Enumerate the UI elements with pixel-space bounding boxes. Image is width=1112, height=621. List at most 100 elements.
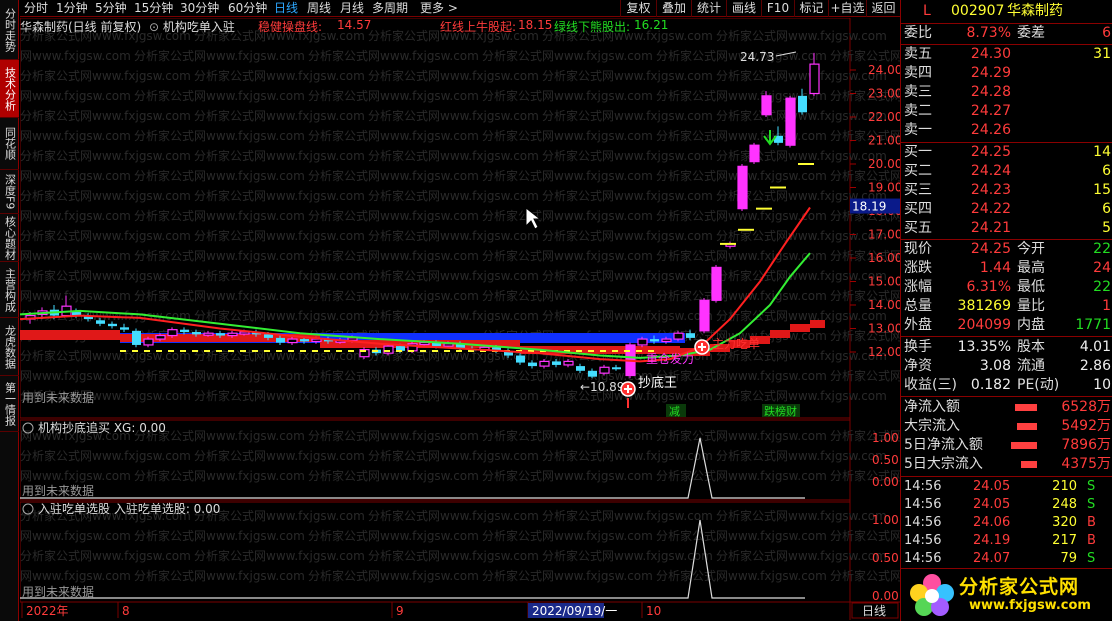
stat-row: 现价 24.25 今开 22 <box>901 240 1112 259</box>
period-tab-8[interactable]: 周线 <box>307 0 331 17</box>
ask-row[interactable]: 卖三 24.28 <box>901 83 1112 102</box>
period-tab-9[interactable]: 月线 <box>340 0 364 17</box>
stat-label: 涨幅 <box>904 279 932 295</box>
toolbar-button-6[interactable]: 标记 <box>794 0 828 17</box>
date-axis-label: 10 <box>646 604 661 618</box>
left-tab-3[interactable]: 同花顺 <box>0 118 19 170</box>
watermark-text: 分析家公式网www.fxjgsw.com <box>368 148 539 163</box>
candle-up-filled <box>712 267 721 301</box>
watermark-text: 分析家公式网www.fxjgsw.com <box>20 528 131 543</box>
tick-side: S <box>1087 551 1096 566</box>
period-tab-7[interactable]: 日线 <box>274 0 298 17</box>
period-tab-10[interactable]: 多周期 <box>372 0 408 17</box>
watermark-text: 分析家公式网www.fxjgsw.com <box>542 448 713 463</box>
period-tab-11[interactable]: 更多 > <box>420 0 458 17</box>
toolbar-button-5[interactable]: F10 <box>761 0 794 17</box>
price-tick-label: 19.00 <box>868 181 900 195</box>
watermark-text: 分析家公式网www.fxjgsw.com <box>308 568 479 583</box>
left-tab-7[interactable]: 龙虎数据 <box>0 318 19 376</box>
stat-label: 内盘 <box>1017 317 1045 333</box>
period-tab-6[interactable]: 60分钟 <box>228 0 267 17</box>
candle-down <box>216 333 225 336</box>
stock-name[interactable]: 华森制药 <box>1007 2 1063 21</box>
watermark-text: 分析家公式网www.fxjgsw.com <box>656 468 827 483</box>
stat-value: 381269 <box>957 298 1011 314</box>
watermark-text: 分析家公式网www.fxjgsw.com <box>134 208 305 223</box>
flower-logo-icon <box>910 574 954 616</box>
bid-row[interactable]: 买三 24.23 15 <box>901 181 1112 200</box>
ask-row[interactable]: 卖四 24.29 <box>901 64 1112 83</box>
candle-up-filled <box>786 98 795 146</box>
toolbar-button-8[interactable]: 返回 <box>866 0 900 17</box>
ask-row[interactable]: 卖二 24.27 <box>901 102 1112 121</box>
bid-volume: 6 <box>1102 201 1111 217</box>
toolbar-button-3[interactable]: 统计 <box>691 0 726 17</box>
toolbar-button-2[interactable]: 叠加 <box>656 0 691 17</box>
tick-price: 24.06 <box>973 515 1011 530</box>
tick-side: S <box>1087 497 1096 512</box>
left-tab-4[interactable]: 深度F9 <box>0 170 19 214</box>
watermark-text: 分析家公式网www.fxjgsw.com <box>20 108 191 123</box>
watermark-text: 分析家公式网www.fxjgsw.com <box>482 208 653 223</box>
watermark-text: 分析家公式网www.fxjgsw.com <box>716 388 887 403</box>
sub2-tick-label: 0.00 <box>872 589 899 603</box>
watermark-text: 分析家公式网www.fxjgsw.com <box>20 188 191 203</box>
toolbar-button-4[interactable]: 画线 <box>726 0 761 17</box>
bid-row[interactable]: 买一 24.25 14 <box>901 143 1112 162</box>
period-tab-1[interactable]: 分时 <box>24 0 48 17</box>
period-tab-3[interactable]: 5分钟 <box>95 0 127 17</box>
toolbar-button-7[interactable]: +自选 <box>828 0 866 17</box>
high-price-label: 24.73 <box>740 50 774 64</box>
candle-up <box>637 338 648 346</box>
candle-up <box>203 332 214 336</box>
period-tab-5[interactable]: 30分钟 <box>180 0 219 17</box>
left-tab-1[interactable]: 分时走势 <box>0 0 19 60</box>
red-band-rect <box>810 320 825 328</box>
period-switch-label: 日线 <box>862 604 886 618</box>
candle-up <box>673 332 684 340</box>
candle-up <box>287 338 298 344</box>
red-band-rect <box>770 330 790 338</box>
fund-flow-bar <box>1021 461 1037 468</box>
price-tick-label: 23.00 <box>868 87 900 101</box>
bid-row[interactable]: 买五 24.21 5 <box>901 219 1112 238</box>
market-flag: L <box>923 3 931 19</box>
watermark-text: 分析家公式网www.fxjgsw.com <box>482 48 653 63</box>
bid-row[interactable]: 买四 24.22 6 <box>901 200 1112 219</box>
watermark-text: 分析家公式网www.fxjgsw.com <box>194 388 365 403</box>
ask-price: 24.26 <box>970 122 1011 138</box>
watermark-text: 分析家公式网www.fxjgsw.com <box>194 548 365 563</box>
period-tab-2[interactable]: 1分钟 <box>56 0 88 17</box>
watermark-text: 分析家公式网www.fxjgsw.com <box>20 248 131 263</box>
watermark-text: 分析家公式网www.fxjgsw.com <box>194 268 365 283</box>
bid-price: 24.25 <box>970 144 1011 160</box>
period-toolbar: 分时 1分钟 5分钟 15分钟 30分钟 60分钟 日线 周线 月线 多周期 更多 > 复权 叠加 统计画… <box>20 0 900 17</box>
watermark-text: 分析家公式网www.fxjgsw.com <box>20 68 191 83</box>
watermark-text: 分析家公式网www.fxjgsw.com <box>542 268 713 283</box>
candle-up <box>539 360 550 367</box>
stat-label: 外盘 <box>904 317 932 333</box>
left-tab-6[interactable]: 主营构成 <box>0 262 19 318</box>
ask-row[interactable]: 卖五 24.30 31 <box>901 45 1112 64</box>
left-tab-8[interactable]: 第一情报 <box>0 376 19 432</box>
bid-row[interactable]: 买二 24.24 6 <box>901 162 1112 181</box>
period-tab-4[interactable]: 15分钟 <box>134 0 173 17</box>
toolbar-button-1[interactable]: 复权 <box>620 0 656 17</box>
tick-volume: 79 <box>1060 551 1077 566</box>
indicator-menu-icon[interactable]: ⊙ <box>149 20 159 34</box>
stat-label: 量比 <box>1017 298 1045 314</box>
stock-code[interactable]: 002907 <box>951 2 1004 21</box>
watermark-text: 分析家公式网www.fxjgsw.com <box>542 68 713 83</box>
indicator-name[interactable]: 机构吃单入驻 <box>163 20 235 34</box>
price-tick-label: 22.00 <box>868 110 900 124</box>
tick-row: 14:56 24.06 320 B <box>901 514 1112 532</box>
ask-label: 卖一 <box>904 122 932 138</box>
ask-row[interactable]: 卖一 24.26 <box>901 121 1112 140</box>
candle-down <box>576 366 585 371</box>
watermark-text: 分析家公式网www.fxjgsw.com <box>368 268 539 283</box>
tick-side: B <box>1087 533 1096 548</box>
watermark-text: 分析家公式网www.fxjgsw.com <box>542 308 713 323</box>
left-tab-2[interactable]: 技术分析 <box>0 60 19 118</box>
kline-chart-area[interactable]: 分析家公式网www.fxjgsw.com 分析家公式网www.fxjgsw.com… <box>20 18 900 620</box>
left-tab-5[interactable]: 核心题材 <box>0 214 19 262</box>
